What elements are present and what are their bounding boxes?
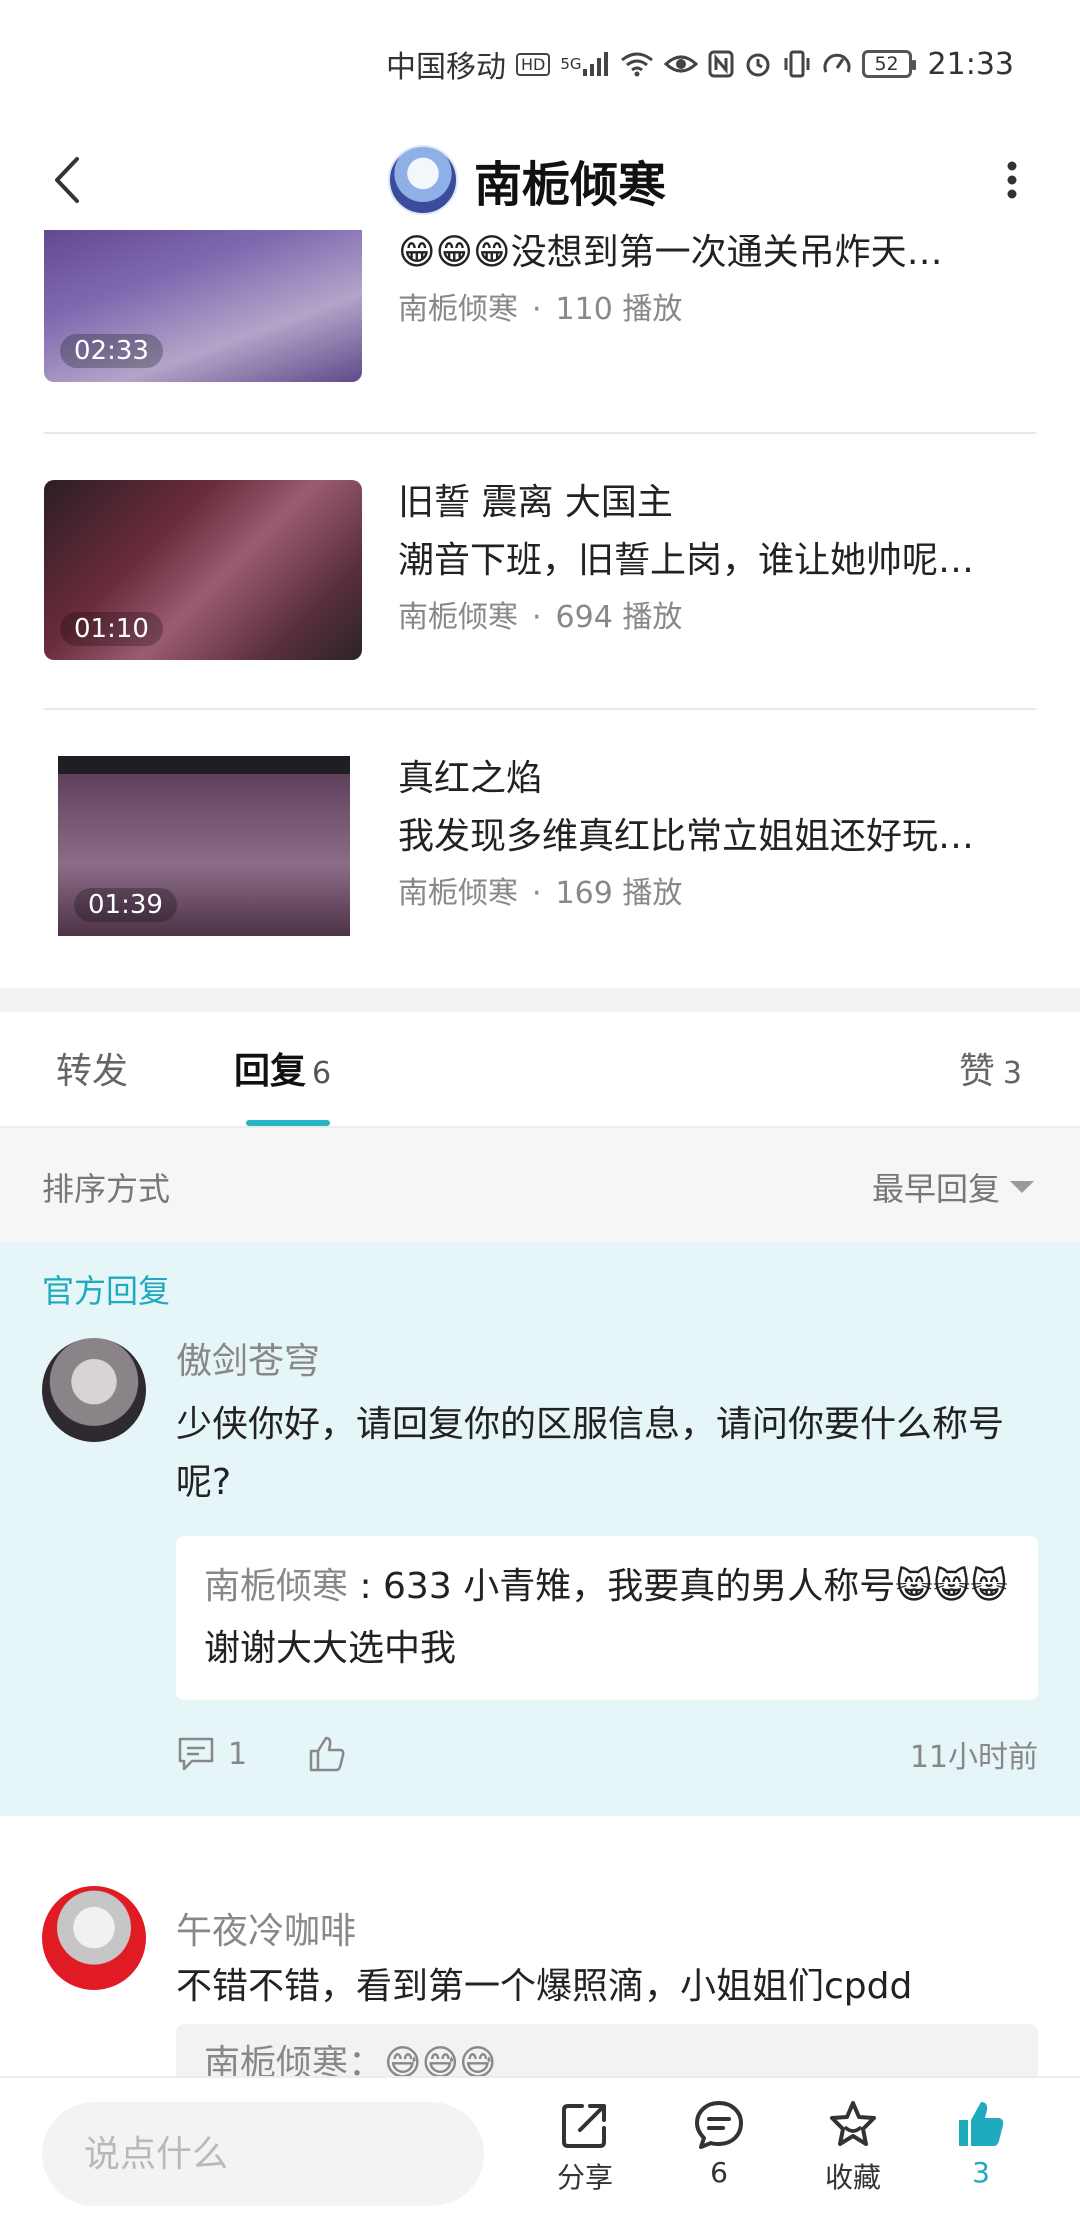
like-count-button[interactable]: 3 [926,2098,1036,2218]
video-duration: 01:39 [74,888,177,922]
comment-text: 少侠你好，请回复你的区服信息，请问你要什么称号呢? [176,1404,1005,1503]
video-description: 我发现多维真红比常立姐姐还好玩… [398,816,975,857]
comment-username[interactable]: 傲剑苍穹 [176,1332,320,1384]
video-duration: 02:33 [60,334,163,368]
profile-header[interactable]: 南栀倾寒 [388,144,666,216]
reply-quote[interactable]: 南栀倾寒：😅😅😅 [176,2024,1038,2076]
favorite-button[interactable]: 收藏 [798,2098,908,2218]
video-meta: 南栀倾寒 · 110 播放 [398,292,683,327]
sort-row: 排序方式 最早回复 [0,1128,1080,1242]
video-meta: 南栀倾寒 · 694 播放 [398,600,683,635]
tab-repost[interactable]: 转发 [56,1042,128,1094]
status-icons: 中国移动 HD 5G 52 21:33 [386,44,1014,86]
official-reply: 官方回复 傲剑苍穹 少侠你好，请回复你的区服信息，请问你要什么称号呢? 南栀倾寒… [0,1242,1080,1816]
comment-icon [178,1737,214,1771]
comment-input[interactable] [42,2102,484,2206]
avatar[interactable] [42,1338,146,1442]
speed-icon [822,50,852,78]
sort-dropdown[interactable]: 最早回复 [872,1164,1034,1210]
post-detail-page: 中国移动 HD 5G 52 21:33 南栀倾寒 02:33 😁😁😁没想到第一次… [0,0,1080,2228]
video-list: 02:33 😁😁😁没想到第一次通关吊炸天… 南栀倾寒 · 110 播放 01:10 … [0,230,1080,988]
carrier-label: 中国移动 [386,50,506,85]
video-info: 😁😁😁没想到第一次通关吊炸天… 南栀倾寒 · 110 播放 [398,230,1038,338]
alarm-icon [744,50,772,78]
video-meta: 南栀倾寒 · 169 播放 [398,876,683,911]
comment-icon [695,2101,743,2149]
video-title: 真红之焰 [398,758,543,799]
back-arrow-icon [55,157,79,203]
video-description: 潮音下班，旧誓上岗，谁让她帅呢… [398,540,975,581]
thumbs-up-icon [959,2102,1004,2146]
video-thumbnail[interactable]: 02:33 [44,230,362,382]
more-vertical-icon [1007,161,1017,199]
sort-label: 排序方式 [42,1170,171,1208]
reply-quote[interactable]: 南栀倾寒 : 633 小青雉，我要真的男人称号😸😸😸 谢谢大大选中我 [176,1536,1038,1700]
status-bar: 中国移动 HD 5G 52 21:33 [0,0,1080,120]
tab-reply[interactable]: 回复 6 [234,1042,331,1094]
vibrate-icon [782,50,812,78]
wifi-icon [620,51,654,77]
video-thumbnail[interactable]: 01:39 [58,756,350,936]
hd-icon: HD [516,52,551,76]
video-info: 真红之焰 我发现多维真红比常立姐姐还好玩… 南栀倾寒 · 169 播放 [398,750,1038,922]
battery-icon: 52 [861,50,916,78]
bottom-action-bar: 分享 6 收藏 3 [0,2076,1080,2228]
divider [44,432,1036,434]
divider [44,708,1036,710]
video-item[interactable]: 01:10 旧誓 震离 大国主 潮音下班，旧誓上岗，谁让她帅呢… 南栀倾寒 · 69… [44,480,1036,670]
share-button[interactable]: 分享 [530,2098,640,2218]
page-title: 南栀倾寒 [474,157,667,213]
back-button[interactable] [38,152,94,208]
tab-indicator [246,1120,330,1126]
comment-text: 不错不错，看到第一个爆照滴，小姐姐们cpdd [176,1966,913,2007]
video-item[interactable]: 01:39 真红之焰 我发现多维真红比常立姐姐还好玩… 南栀倾寒 · 169 播放 [44,756,1036,946]
official-reply-label: 官方回复 [42,1272,171,1310]
reply-button[interactable]: 1 [176,1735,247,1773]
video-title: 旧誓 震离 大国主 [398,482,673,523]
video-duration: 01:10 [60,612,163,646]
comment-item: 午夜冷咖啡 不错不错，看到第一个爆照滴，小姐姐们cpdd 南栀倾寒：😅😅😅 [0,1816,1080,2076]
nfc-icon [708,50,734,78]
top-nav: 南栀倾寒 [0,130,1080,230]
signal-icon: 5G [560,51,609,77]
tab-like[interactable]: 赞3 [959,1042,1022,1094]
comment-timestamp: 11小时前 [909,1740,1038,1775]
video-info: 旧誓 震离 大国主 潮音下班，旧誓上岗，谁让她帅呢… 南栀倾寒 · 694 播放 [398,474,1038,646]
share-icon [562,2104,606,2148]
tab-bar: 转发 回复 6 赞3 [0,1012,1080,1128]
comment-username[interactable]: 午夜冷咖啡 [176,1902,356,1954]
reply-count-button[interactable]: 6 [664,2098,774,2218]
star-icon [830,2101,876,2146]
clock: 21:33 [927,46,1014,82]
video-title: 😁😁😁没想到第一次通关吊炸天… [398,232,943,273]
avatar[interactable] [388,145,458,215]
eye-icon [663,52,698,76]
section-gap [0,988,1080,1012]
video-item[interactable]: 02:33 😁😁😁没想到第一次通关吊炸天… 南栀倾寒 · 110 播放 [44,230,1036,392]
comment-actions: 1 11小时前 [176,1732,1038,1776]
quote-username: 南栀倾寒 [204,1566,349,1607]
caret-down-icon [1010,1181,1034,1193]
more-button[interactable] [984,152,1040,208]
video-thumbnail[interactable]: 01:10 [44,480,362,660]
avatar[interactable] [42,1886,146,1990]
thumbs-up-icon [309,1736,345,1772]
like-button[interactable] [307,1735,347,1773]
